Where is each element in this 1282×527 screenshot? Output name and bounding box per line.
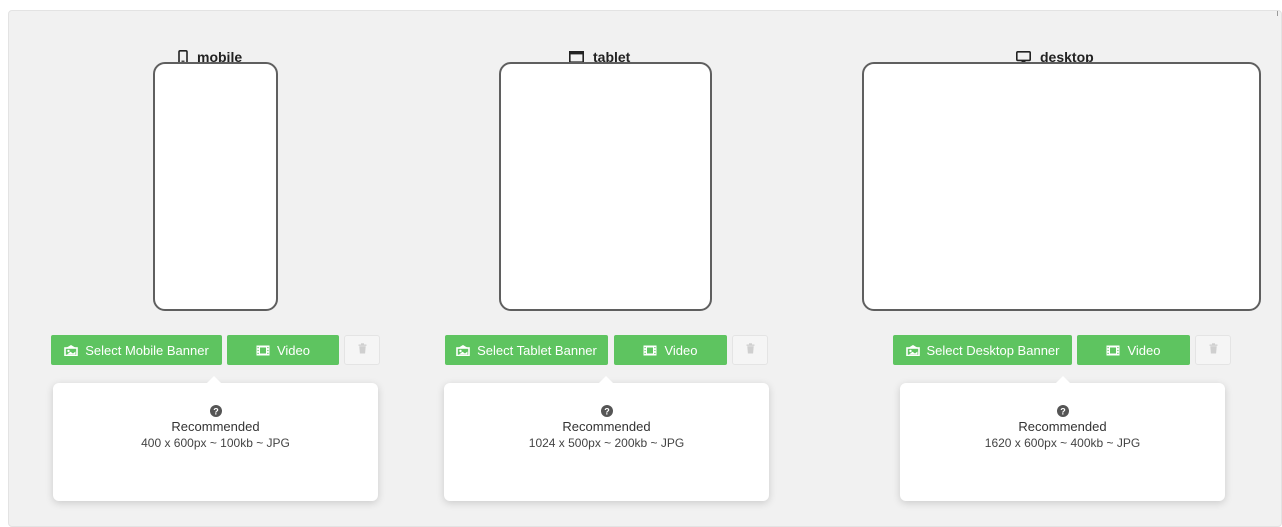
image-icon xyxy=(905,344,920,356)
desktop-recommendation-tooltip: ? Recommended 1620 x 600px ~ 400kb ~ JPG xyxy=(900,376,1225,501)
trash-icon xyxy=(1209,341,1218,359)
mobile-video-button[interactable]: Video xyxy=(227,335,339,365)
question-circle-icon: ? xyxy=(209,404,222,417)
mobile-video-label: Video xyxy=(276,342,310,358)
select-desktop-banner-button[interactable]: Select Desktop Banner xyxy=(893,335,1072,365)
tooltip-arrow xyxy=(598,376,614,384)
select-mobile-banner-button[interactable]: Select Mobile Banner xyxy=(51,335,222,365)
desktop-delete-button[interactable] xyxy=(1195,335,1231,365)
question-circle-icon: ? xyxy=(1056,404,1069,417)
mobile-preview-frame xyxy=(153,62,278,311)
desktop-preview-frame xyxy=(862,62,1261,311)
tooltip-arrow xyxy=(1055,376,1071,384)
select-tablet-banner-label: Select Tablet Banner xyxy=(477,342,597,358)
tablet-delete-button[interactable] xyxy=(732,335,768,365)
mobile-spec-text: 400 x 600px ~ 100kb ~ JPG xyxy=(141,436,290,450)
tablet-video-button[interactable]: Video xyxy=(614,335,727,365)
mobile-delete-button[interactable] xyxy=(344,335,380,365)
image-icon xyxy=(64,344,79,356)
svg-text:?: ? xyxy=(1060,406,1066,416)
banner-upload-panel: mobile Select Mobile Banner Video ? Reco… xyxy=(8,10,1282,527)
select-mobile-banner-label: Select Mobile Banner xyxy=(85,342,209,358)
trash-icon xyxy=(746,341,755,359)
image-icon xyxy=(456,344,470,356)
svg-text:?: ? xyxy=(213,406,219,416)
recommended-heading: Recommended xyxy=(171,419,260,434)
tablet-spec-text: 1024 x 500px ~ 200kb ~ JPG xyxy=(528,436,685,450)
desktop-spec-text: 1620 x 600px ~ 400kb ~ JPG xyxy=(984,436,1141,450)
film-icon xyxy=(1106,345,1120,356)
mobile-recommendation-tooltip: ? Recommended 400 x 600px ~ 100kb ~ JPG xyxy=(53,376,378,501)
svg-text:?: ? xyxy=(604,406,610,416)
film-icon xyxy=(256,345,270,356)
tablet-preview-frame xyxy=(499,62,712,311)
trash-icon xyxy=(358,341,367,359)
tooltip-arrow xyxy=(206,376,222,384)
select-desktop-banner-label: Select Desktop Banner xyxy=(926,342,1060,358)
recommended-heading: Recommended xyxy=(1018,419,1107,434)
select-tablet-banner-button[interactable]: Select Tablet Banner xyxy=(445,335,608,365)
panel-corner-mark xyxy=(1277,11,1278,16)
question-circle-icon: ? xyxy=(600,404,613,417)
film-icon xyxy=(643,345,657,356)
recommended-heading: Recommended xyxy=(562,419,651,434)
desktop-video-label: Video xyxy=(1127,342,1161,358)
tablet-recommendation-tooltip: ? Recommended 1024 x 500px ~ 200kb ~ JPG xyxy=(444,376,769,501)
desktop-video-button[interactable]: Video xyxy=(1077,335,1190,365)
tablet-video-label: Video xyxy=(664,342,698,358)
